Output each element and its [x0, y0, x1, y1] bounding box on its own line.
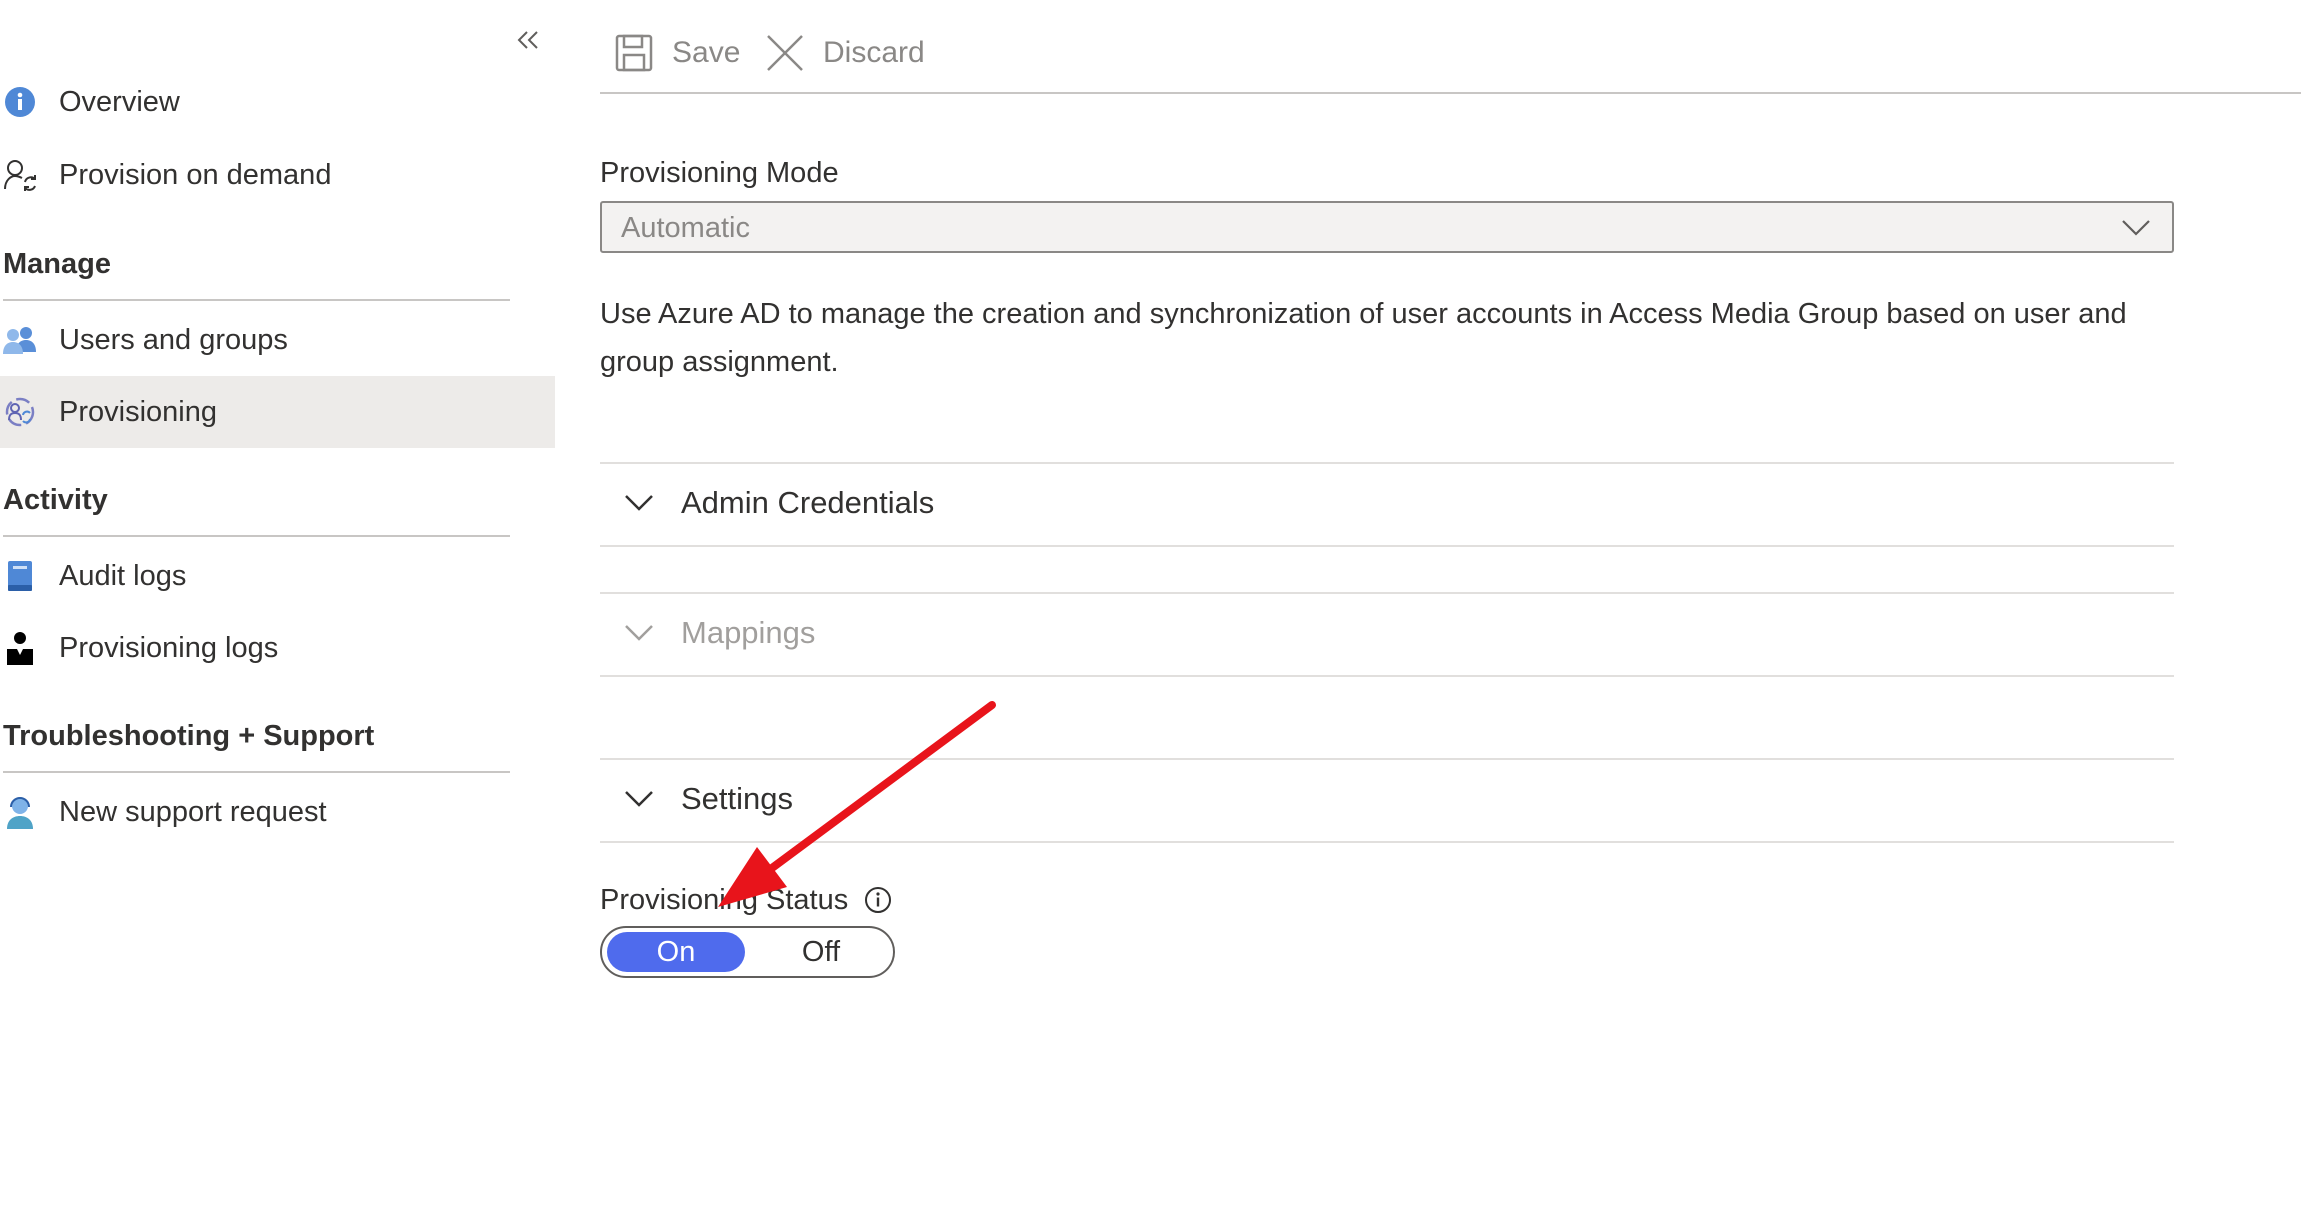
section-header-activity: Activity: [3, 484, 108, 516]
sidebar-item-provisioning[interactable]: Provisioning: [0, 376, 555, 448]
sidebar-item-label: Audit logs: [59, 559, 187, 592]
sidebar-item-users-and-groups[interactable]: Users and groups: [0, 304, 555, 376]
save-icon: [615, 34, 653, 72]
provisioning-description: Use Azure AD to manage the creation and …: [600, 298, 2127, 378]
sidebar-item-new-support-request[interactable]: New support request: [0, 776, 555, 848]
info-icon: [2, 84, 38, 120]
user-sync-icon: [2, 157, 38, 193]
accordion-settings[interactable]: Settings: [600, 758, 2174, 840]
save-label: Save: [672, 36, 741, 69]
sidebar-item-label: Users and groups: [59, 323, 288, 356]
double-chevron-left-icon: [517, 31, 538, 49]
section-header-manage: Manage: [3, 248, 111, 280]
accordion-title: Mappings: [681, 615, 816, 650]
chevron-down-icon: [2122, 220, 2150, 236]
chevron-down-icon: [625, 495, 653, 511]
support-agent-icon: [2, 794, 38, 830]
section-divider: [600, 545, 2174, 547]
sidebar-item-label: Provisioning logs: [59, 631, 279, 664]
accordion-title: Settings: [681, 781, 794, 816]
users-icon: [2, 322, 38, 358]
section-header-troubleshooting-support: Troubleshooting + Support: [3, 720, 375, 752]
person-log-icon: [2, 630, 38, 666]
discard-label: Discard: [823, 36, 925, 69]
sidebar-item-audit-logs[interactable]: Audit logs: [0, 540, 555, 612]
section-divider: [600, 841, 2174, 843]
sidebar-item-label: Provision on demand: [59, 158, 332, 191]
sidebar-item-provisioning-logs[interactable]: Provisioning logs: [0, 612, 555, 684]
provisioning-icon: [2, 394, 38, 430]
info-circle-icon[interactable]: [864, 886, 892, 914]
collapse-sidebar-button[interactable]: [510, 22, 546, 58]
chevron-down-icon: [625, 791, 653, 807]
sidebar-item-label: Provisioning: [59, 395, 217, 428]
section-divider: [3, 535, 510, 537]
provisioning-mode-label: Provisioning Mode: [600, 157, 839, 189]
provisioning-mode-value: Automatic: [621, 212, 750, 244]
accordion-admin-credentials[interactable]: Admin Credentials: [600, 462, 2174, 544]
close-icon: [767, 35, 803, 71]
book-icon: [2, 558, 38, 594]
accordion-title: Admin Credentials: [681, 485, 935, 520]
save-button[interactable]: Save: [614, 28, 740, 78]
chevron-down-icon: [625, 625, 653, 641]
section-divider: [600, 675, 2174, 677]
toggle-off-option[interactable]: Off: [752, 932, 890, 972]
provisioning-mode-dropdown[interactable]: Automatic: [600, 201, 2174, 253]
sidebar-item-provision-on-demand[interactable]: Provision on demand: [0, 139, 555, 211]
sidebar-item-label: New support request: [59, 795, 327, 828]
sidebar-item-label: Overview: [59, 85, 180, 118]
provisioning-status-toggle: On Off: [600, 926, 895, 978]
toolbar-divider: [600, 92, 2301, 94]
accordion-mappings[interactable]: Mappings: [600, 592, 2174, 674]
sidebar-item-overview[interactable]: Overview: [0, 66, 555, 138]
discard-button[interactable]: Discard: [765, 28, 925, 78]
section-divider: [3, 299, 510, 301]
toggle-on-option[interactable]: On: [607, 932, 745, 972]
section-divider: [3, 771, 510, 773]
sidebar-nav: Overview Provision on demand Manage User…: [0, 0, 555, 1226]
provisioning-status-label: Provisioning Status: [600, 884, 849, 916]
